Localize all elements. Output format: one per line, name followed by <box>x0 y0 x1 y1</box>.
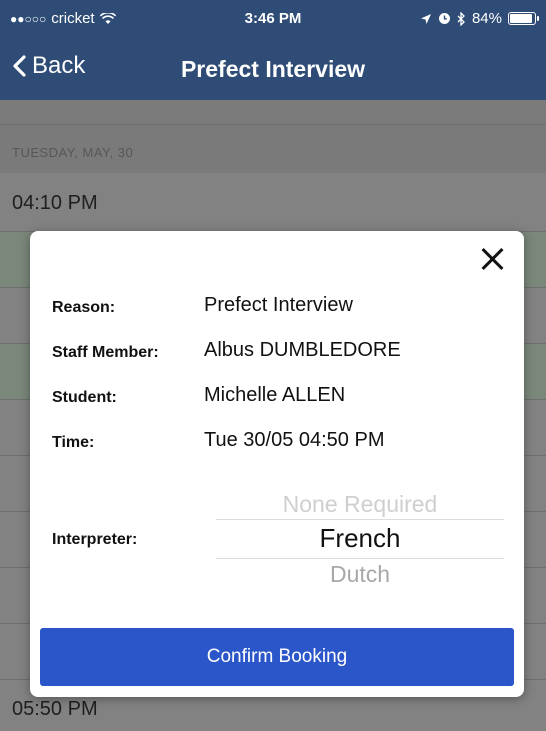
page-title: Prefect Interview <box>180 56 366 82</box>
picker-option[interactable]: Dutch <box>216 561 504 588</box>
battery-fill <box>510 14 532 23</box>
timeslot-label: 04:10 PM <box>12 192 98 214</box>
navigation-bar: Back Prefect Interview <box>0 38 546 100</box>
location-arrow-icon <box>420 13 431 24</box>
status-icons: 84% <box>420 10 539 27</box>
detail-label: Time: <box>52 434 95 451</box>
booking-modal: Reason: Prefect Interview Staff Member: … <box>30 231 524 697</box>
detail-label: Staff Member: <box>52 344 159 361</box>
detail-value: Michelle ALLEN <box>204 384 346 406</box>
close-button[interactable] <box>478 245 506 273</box>
interpreter-label: Interpreter: <box>52 531 138 548</box>
date-section-header: TUESDAY, MAY, 30 <box>0 124 546 174</box>
picker-divider <box>216 558 504 559</box>
detail-value: Albus DUMBLEDORE <box>204 339 401 361</box>
status-bar: ●●○○○ cricket 3:46 PM 84% <box>0 0 546 38</box>
timeslot-label: 05:50 PM <box>12 698 98 720</box>
detail-value: Tue 30/05 04:50 PM <box>204 429 385 451</box>
picker-option-selected[interactable]: French <box>216 523 504 554</box>
date-header-label: TUESDAY, MAY, 30 <box>12 145 134 160</box>
timeslot-row[interactable]: 04:10 PM <box>0 173 546 232</box>
bluetooth-icon <box>457 11 465 26</box>
detail-label: Student: <box>52 389 117 406</box>
detail-value: Prefect Interview <box>204 294 353 316</box>
battery-percent: 84% <box>471 10 502 27</box>
battery-icon <box>508 12 539 25</box>
picker-option[interactable]: None Required <box>216 491 504 518</box>
detail-label: Reason: <box>52 299 116 316</box>
confirm-booking-label: Confirm Booking <box>206 646 348 667</box>
alarm-icon <box>438 13 450 24</box>
confirm-booking-button[interactable]: Confirm Booking <box>40 628 514 686</box>
picker-divider <box>216 519 504 520</box>
interpreter-picker[interactable]: None Required French Dutch <box>216 489 504 593</box>
